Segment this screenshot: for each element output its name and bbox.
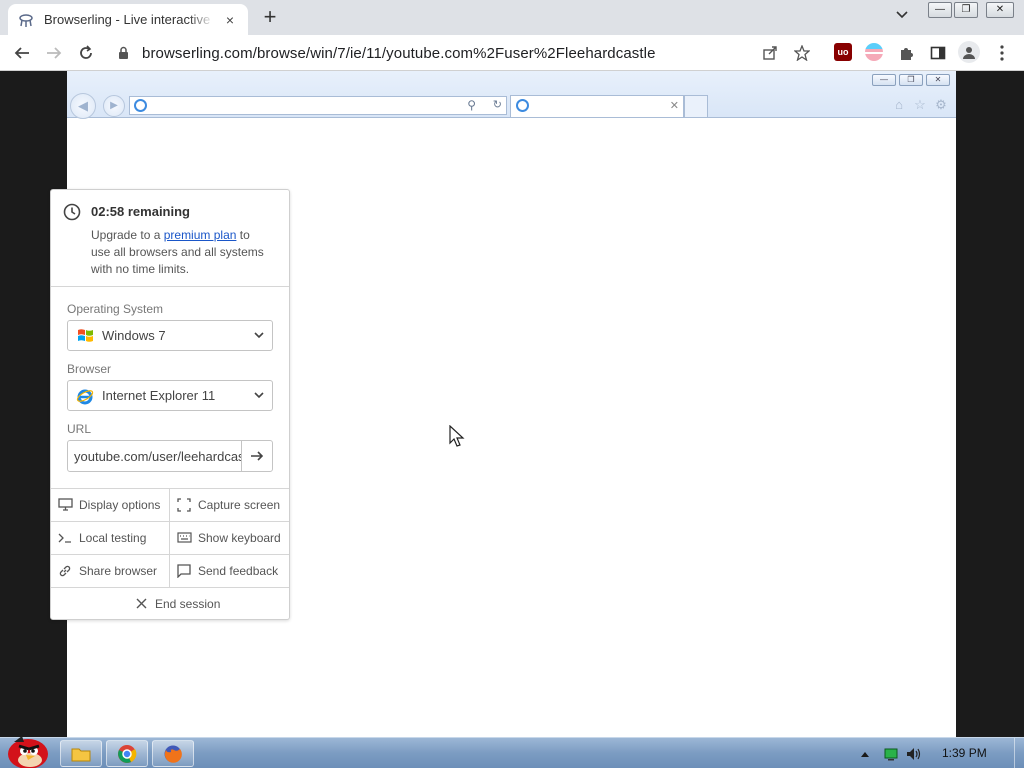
- send-feedback-label: Send feedback: [198, 563, 279, 578]
- capture-frame-icon: [176, 497, 192, 512]
- taskbar-chrome-icon[interactable]: [106, 740, 148, 767]
- url-input-group: [67, 440, 273, 472]
- chrome-toolbar: browserling.com/browse/win/7/ie/11/youtu…: [0, 35, 1024, 71]
- mouse-pointer-icon: [449, 424, 465, 449]
- chrome-tab-strip: Browserling - Live interactive cross-bro…: [0, 0, 1024, 35]
- monitor-icon: [57, 498, 73, 512]
- browser-select-value: Internet Explorer 11: [102, 388, 216, 403]
- chevron-down-icon: [253, 329, 265, 341]
- show-hidden-icons-arrow-icon[interactable]: [860, 738, 870, 768]
- chrome-tab-browserling[interactable]: Browserling - Live interactive cross-bro…: [8, 4, 248, 35]
- internet-explorer-icon: [76, 387, 94, 405]
- share-browser-label: Share browser: [79, 563, 158, 578]
- lock-icon[interactable]: [118, 46, 130, 60]
- ie-restore-button[interactable]: ❐: [899, 74, 923, 86]
- ie-refresh-icon[interactable]: ↻: [493, 98, 502, 111]
- share-icon[interactable]: [760, 43, 780, 63]
- keyboard-icon: [176, 531, 192, 545]
- premium-plan-link[interactable]: premium plan: [164, 228, 237, 242]
- divider: [51, 286, 289, 287]
- display-options-button[interactable]: Display options: [57, 488, 160, 521]
- ie-tab[interactable]: ✕: [510, 95, 684, 117]
- os-select-value: Windows 7: [102, 328, 166, 343]
- window-minimize-button[interactable]: —: [928, 2, 952, 18]
- clock-icon: [63, 203, 81, 221]
- browserling-favicon-icon: [18, 12, 34, 28]
- ie-search-icon[interactable]: ⚲: [467, 98, 476, 112]
- local-testing-label: Local testing: [79, 530, 147, 545]
- local-testing-button[interactable]: Local testing: [57, 521, 146, 554]
- ie-forward-icon[interactable]: ▶: [103, 95, 125, 117]
- display-options-label: Display options: [79, 497, 161, 512]
- share-browser-button[interactable]: Share browser: [57, 554, 157, 587]
- ie-address-bar[interactable]: ⚲ ↻: [129, 96, 507, 115]
- chevron-down-icon: [253, 389, 265, 401]
- extensions-puzzle-icon[interactable]: [896, 43, 916, 63]
- tab-search-chevron-icon[interactable]: [896, 8, 908, 22]
- chrome-menu-icon[interactable]: [992, 43, 1012, 63]
- address-url: browserling.com/browse/win/7/ie/11/youtu…: [142, 44, 656, 62]
- reload-icon[interactable]: [74, 41, 98, 65]
- address-bar[interactable]: browserling.com/browse/win/7/ie/11/youtu…: [108, 40, 820, 66]
- ie-settings-gear-icon[interactable]: ⚙: [933, 97, 949, 113]
- upgrade-prefix: Upgrade to a: [91, 228, 164, 242]
- chrome-tab-title: Browserling - Live interactive cross-bro…: [44, 12, 214, 27]
- terminal-prompt-icon: [57, 531, 73, 545]
- url-input[interactable]: [68, 441, 241, 471]
- divider: [169, 488, 170, 587]
- browser-label: Browser: [67, 362, 112, 376]
- pride-extension-icon[interactable]: [865, 43, 883, 61]
- os-select[interactable]: Windows 7: [67, 320, 273, 351]
- taskbar-firefox-icon[interactable]: [152, 740, 194, 767]
- ie-window-frame: — ❐ ✕ ◀ ▶ ⚲ ↻ ✕ ⌂ ☆ ⚙: [67, 71, 956, 119]
- windows-logo-icon: [76, 327, 94, 345]
- go-arrow-button[interactable]: [241, 441, 272, 471]
- ie-favorites-star-icon[interactable]: ☆: [912, 97, 928, 113]
- windows-taskbar: 1:39 PM: [0, 736, 1024, 768]
- show-keyboard-button[interactable]: Show keyboard: [176, 521, 281, 554]
- chrome-tab-close-icon[interactable]: ×: [222, 12, 238, 28]
- forward-arrow-icon[interactable]: [42, 41, 66, 65]
- new-tab-button[interactable]: +: [258, 6, 282, 30]
- capture-screen-label: Capture screen: [198, 497, 281, 512]
- show-keyboard-label: Show keyboard: [198, 530, 281, 545]
- link-chain-icon: [57, 564, 73, 578]
- back-arrow-icon[interactable]: [10, 41, 34, 65]
- close-x-icon: [133, 597, 149, 611]
- speech-bubble-icon: [176, 563, 192, 578]
- browser-select[interactable]: Internet Explorer 11: [67, 380, 273, 411]
- arrow-right-icon: [251, 451, 264, 461]
- side-panel-icon[interactable]: [928, 43, 948, 63]
- window-close-button[interactable]: ✕: [986, 2, 1014, 18]
- upgrade-message: Upgrade to a premium plan to use all bro…: [91, 227, 271, 278]
- start-button-angry-bird-icon[interactable]: [2, 732, 50, 768]
- system-clock[interactable]: 1:39 PM: [942, 746, 987, 760]
- ie-page-icon: [134, 99, 147, 112]
- window-restore-button[interactable]: ❐: [954, 2, 978, 18]
- bookmark-star-icon[interactable]: [792, 43, 812, 63]
- time-remaining: 02:58 remaining: [91, 204, 190, 219]
- network-icon[interactable]: [884, 738, 898, 768]
- end-session-label: End session: [155, 596, 221, 611]
- ie-back-icon[interactable]: ◀: [70, 93, 96, 119]
- ie-close-button[interactable]: ✕: [926, 74, 950, 86]
- ie-tab-close-icon[interactable]: ✕: [670, 99, 679, 112]
- volume-speaker-icon[interactable]: [906, 738, 922, 768]
- url-label: URL: [67, 422, 92, 436]
- profile-avatar-icon[interactable]: [958, 41, 980, 63]
- ie-tab-favicon-icon: [516, 99, 529, 112]
- os-label: Operating System: [67, 302, 164, 316]
- send-feedback-button[interactable]: Send feedback: [176, 554, 278, 587]
- ie-new-tab-button[interactable]: [684, 95, 708, 117]
- end-session-button[interactable]: End session: [133, 587, 220, 620]
- browserling-control-panel: 02:58 remaining Upgrade to a premium pla…: [50, 189, 290, 620]
- taskbar-explorer-folder-icon[interactable]: [60, 740, 102, 767]
- ublock-origin-icon[interactable]: uo: [834, 43, 852, 61]
- show-desktop-button[interactable]: [1014, 738, 1024, 768]
- capture-screen-button[interactable]: Capture screen: [176, 488, 280, 521]
- ie-minimize-button[interactable]: —: [872, 74, 896, 86]
- ie-home-icon[interactable]: ⌂: [891, 97, 907, 113]
